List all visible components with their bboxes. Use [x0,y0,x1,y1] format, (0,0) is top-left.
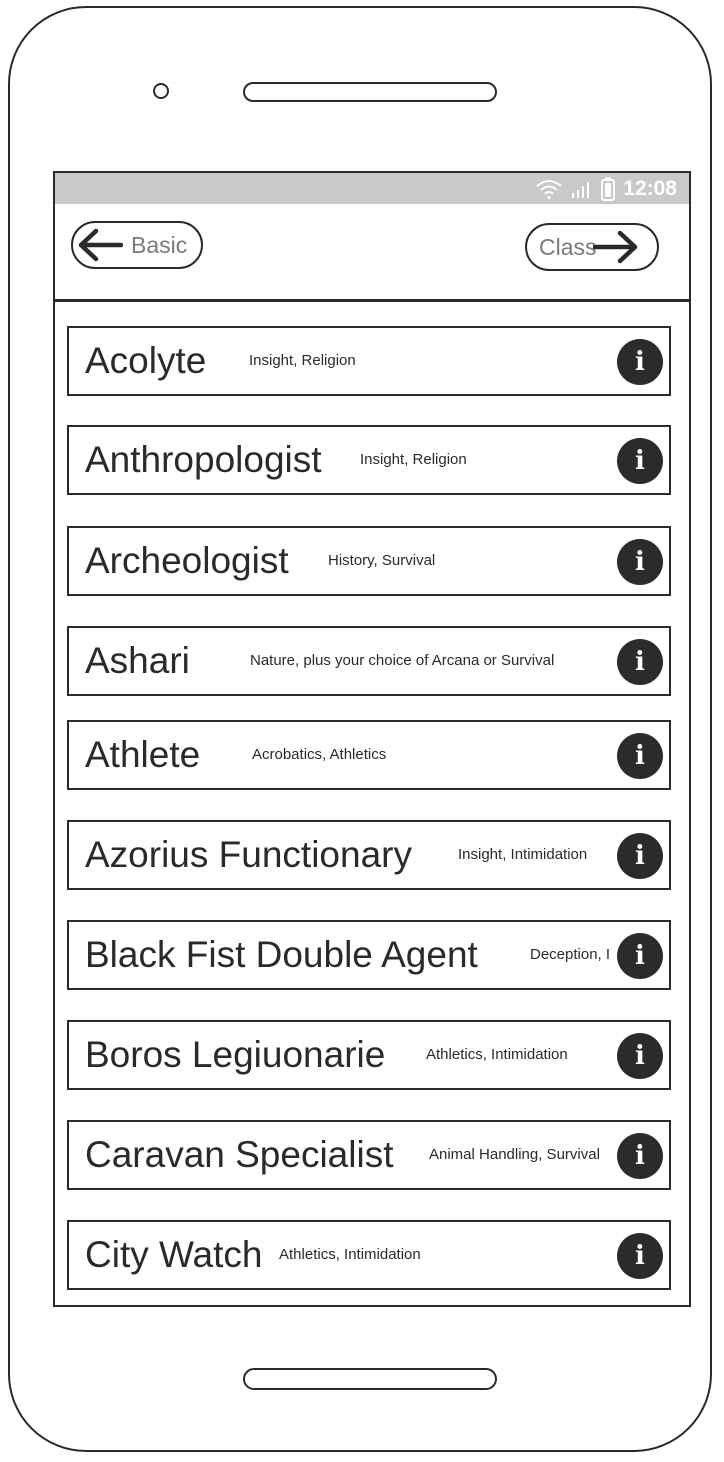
background-name: Athlete [85,734,201,775]
info-icon: i [635,1241,645,1271]
info-button[interactable]: i [617,1133,663,1179]
background-row[interactable]: Anthropologist Insight, Religion i [67,425,671,495]
info-icon: i [635,547,645,577]
info-button[interactable]: i [617,933,663,979]
speaker-grille [243,82,497,102]
background-row[interactable]: Ashari Nature, plus your choice of Arcan… [67,626,671,696]
info-button[interactable]: i [617,339,663,385]
background-skills: Deception, I [530,946,611,963]
phone-frame: 12:08 Basic Class Acolyte Insight, Relig… [8,6,712,1452]
info-button[interactable]: i [617,1233,663,1279]
background-row[interactable]: City Watch Athletics, Intimidation i [67,1220,671,1290]
background-skills: Insight, Religion [249,352,356,369]
home-button[interactable] [243,1368,497,1390]
background-name: Caravan Specialist [85,1134,394,1175]
background-row[interactable]: Archeologist History, Survival i [67,526,671,596]
background-skills: Insight, Intimidation [458,846,588,863]
info-button[interactable]: i [617,438,663,484]
info-icon: i [635,446,645,476]
background-name: Ashari [85,640,190,681]
info-icon: i [635,1141,645,1171]
background-skills: Insight, Religion [360,451,467,468]
background-row[interactable]: Azorius Functionary Insight, Intimidatio… [67,820,671,890]
background-name: Acolyte [85,340,207,381]
background-name: Anthropologist [85,439,322,480]
background-skills: Animal Handling, Survival [429,1146,600,1163]
info-icon: i [635,741,645,771]
background-row[interactable]: Caravan Specialist Animal Handling, Surv… [67,1120,671,1190]
background-row[interactable]: Acolyte Insight, Religion i [67,326,671,396]
background-skills: Athletics, Intimidation [426,1046,568,1063]
info-button[interactable]: i [617,733,663,779]
background-skills: Acrobatics, Athletics [252,746,387,763]
screen: 12:08 Basic Class Acolyte Insight, Relig… [53,171,691,1307]
background-skills: History, Survival [328,552,436,569]
info-button[interactable]: i [617,833,663,879]
background-name: Black Fist Double Agent [85,934,478,975]
background-name: Archeologist [85,540,289,581]
info-button[interactable]: i [617,1033,663,1079]
background-skills: Athletics, Intimidation [279,1246,421,1263]
background-skills: Nature, plus your choice of Arcana or Su… [250,652,555,669]
background-list: Acolyte Insight, Religion i Anthropologi… [55,173,689,1305]
info-button[interactable]: i [617,539,663,585]
background-name: Azorius Functionary [85,834,412,875]
info-icon: i [635,647,645,677]
background-row[interactable]: Athlete Acrobatics, Athletics i [67,720,671,790]
info-icon: i [635,841,645,871]
camera-icon [153,83,169,99]
info-button[interactable]: i [617,639,663,685]
background-name: Boros Legiuonarie [85,1034,386,1075]
background-row[interactable]: Boros Legiuonarie Athletics, Intimidatio… [67,1020,671,1090]
info-icon: i [635,347,645,377]
background-name: City Watch [85,1234,263,1275]
info-icon: i [635,1041,645,1071]
background-row[interactable]: Black Fist Double Agent Deception, I i [67,920,671,990]
info-icon: i [635,941,645,971]
